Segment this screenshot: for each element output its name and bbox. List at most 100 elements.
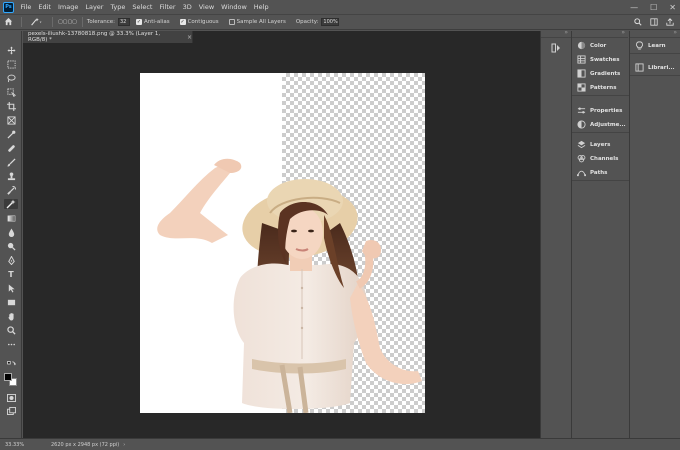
opacity-input[interactable]: 100% — [321, 18, 340, 26]
panel-swatches-label: Swatches — [590, 57, 620, 63]
panel-swatches[interactable]: Swatches — [572, 53, 629, 67]
opacity-label: Opacity: — [295, 19, 319, 25]
anti-alias-checkbox[interactable]: ✓ Anti-alias — [136, 19, 173, 25]
search-icon[interactable] — [634, 18, 642, 28]
panel-paths-label: Paths — [590, 170, 608, 176]
window-controls: — ☐ ✕ — [630, 0, 676, 14]
brush-tool-icon[interactable] — [6, 158, 16, 168]
screen-mode-icon[interactable] — [6, 407, 16, 417]
paths-icon — [576, 168, 586, 179]
more-tools-icon[interactable] — [6, 340, 16, 350]
maximize-button[interactable]: ☐ — [650, 3, 657, 12]
panel-learn[interactable]: Learn — [630, 39, 680, 53]
swatches-icon — [576, 54, 586, 66]
panel-patterns[interactable]: Patterns — [572, 81, 629, 95]
panel-group-properties: Properties Adjustme... — [572, 104, 629, 133]
workspace-icon[interactable] — [650, 18, 658, 28]
sample-all-layers-checkbox[interactable]: Sample All Layers — [228, 19, 289, 25]
zoom-tool-icon[interactable] — [6, 326, 16, 336]
menu-window[interactable]: Window — [218, 0, 251, 14]
panel-collapse-handle[interactable] — [572, 29, 628, 38]
checkbox-checked-icon: ✓ — [136, 19, 142, 25]
anti-alias-label: Anti-alias — [144, 19, 170, 25]
menu-layer[interactable]: Layer — [82, 0, 107, 14]
options-bar: ▢▢▢▢ Tolerance: 32 ✓ Anti-alias ✓ Contig… — [0, 14, 680, 30]
crop-tool-icon[interactable] — [6, 102, 16, 112]
panel-gradients-label: Gradients — [590, 71, 621, 77]
menu-select[interactable]: Select — [129, 0, 156, 14]
panel-learn-label: Learn — [648, 43, 666, 49]
panel-properties[interactable]: Properties — [572, 104, 629, 118]
options-bar-right — [634, 15, 674, 31]
panel-group-layers: Layers Channels Paths — [572, 138, 629, 181]
home-icon[interactable] — [4, 17, 13, 28]
panel-adjustments[interactable]: Adjustme... — [572, 118, 629, 132]
marquee-tool-icon[interactable] — [6, 60, 16, 70]
menu-help[interactable]: Help — [250, 0, 272, 14]
tolerance-input[interactable]: 32 — [118, 18, 130, 26]
panel-layers-label: Layers — [590, 142, 611, 148]
quick-mask-icon[interactable] — [6, 394, 16, 404]
contiguous-label: Contiguous — [187, 19, 219, 25]
eyedropper-tool-icon[interactable] — [6, 130, 16, 140]
properties-icon — [576, 106, 586, 117]
foreground-color-swatch[interactable] — [4, 373, 12, 381]
minimize-button[interactable]: — — [630, 3, 638, 12]
contiguous-checkbox[interactable]: ✓ Contiguous — [179, 19, 222, 25]
panel-paths[interactable]: Paths — [572, 166, 629, 180]
selection-mode-icon[interactable]: ▢▢▢▢ — [58, 19, 77, 25]
panel-properties-label: Properties — [590, 108, 623, 114]
panel-group-color: Color Swatches Gradients Patterns — [572, 39, 629, 96]
collapsed-panel-strip — [540, 29, 571, 438]
panel-group-learn: Learn — [630, 39, 680, 54]
object-selection-tool-icon[interactable] — [6, 88, 16, 98]
dodge-tool-icon[interactable] — [6, 242, 16, 252]
menu-type[interactable]: Type — [107, 0, 129, 14]
frame-tool-icon[interactable] — [6, 116, 16, 126]
lightbulb-icon — [634, 40, 644, 52]
healing-brush-tool-icon[interactable] — [6, 144, 16, 154]
lasso-tool-icon[interactable] — [6, 74, 16, 84]
menu-filter[interactable]: Filter — [156, 0, 179, 14]
panel-collapse-handle[interactable] — [541, 29, 571, 38]
pen-tool-icon[interactable] — [6, 255, 16, 266]
magic-wand-preset-icon[interactable] — [30, 17, 44, 28]
menu-edit[interactable]: Edit — [35, 0, 55, 14]
path-selection-tool-icon[interactable] — [6, 284, 16, 294]
history-panel-icon[interactable] — [551, 43, 561, 55]
photoshop-logo[interactable]: Ps — [3, 1, 14, 13]
menu-image[interactable]: Image — [54, 0, 81, 14]
history-brush-tool-icon[interactable] — [6, 185, 16, 196]
zoom-level[interactable]: 33.33% — [5, 442, 45, 448]
menu-view[interactable]: View — [195, 0, 217, 14]
panel-gradients[interactable]: Gradients — [572, 67, 629, 81]
swap-colors-icon[interactable] — [6, 360, 16, 370]
magic-wand-tool-icon[interactable] — [4, 199, 18, 209]
menu-3d[interactable]: 3D — [179, 0, 195, 14]
channels-icon — [576, 154, 586, 165]
blur-tool-icon[interactable] — [6, 228, 16, 238]
close-tab-icon[interactable]: × — [187, 34, 192, 41]
hand-tool-icon[interactable] — [6, 312, 16, 322]
document-size: 2620 px x 2948 px (72 ppi) — [51, 441, 120, 448]
panel-color-label: Color — [590, 43, 607, 49]
panel-collapse-handle[interactable] — [630, 29, 680, 38]
share-icon[interactable] — [666, 18, 674, 28]
rectangle-tool-icon[interactable] — [6, 298, 16, 308]
status-menu-arrow-icon[interactable]: › — [123, 442, 125, 448]
type-tool-icon[interactable]: T — [6, 270, 16, 280]
menu-bar: Ps File Edit Image Layer Type Select Fil… — [0, 0, 680, 14]
panel-color[interactable]: Color — [572, 39, 629, 53]
document-tab[interactable]: pexels-iliushk-13780818.png @ 33.3% (Lay… — [23, 31, 193, 43]
panel-libraries[interactable]: Librari... — [630, 61, 680, 75]
panel-layers[interactable]: Layers — [572, 138, 629, 152]
move-tool-icon[interactable] — [6, 46, 16, 56]
close-button[interactable]: ✕ — [669, 3, 676, 12]
panel-channels[interactable]: Channels — [572, 152, 629, 166]
clone-stamp-tool-icon[interactable] — [6, 172, 16, 182]
menu-file[interactable]: File — [17, 0, 35, 14]
gradient-tool-icon[interactable] — [6, 214, 16, 224]
document-window[interactable]: pexels-iliushk-13780818.png @ 33.3% (Lay… — [23, 31, 540, 438]
status-bar: 33.33% 2620 px x 2948 px (72 ppi) › — [0, 438, 680, 450]
checkbox-checked-icon: ✓ — [179, 19, 186, 25]
